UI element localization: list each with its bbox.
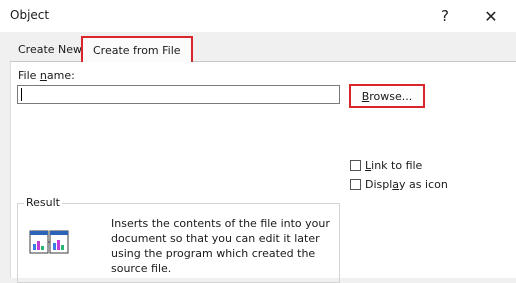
display-as-icon-option[interactable]: Display as icon [350, 178, 448, 191]
file-name-input[interactable] [17, 85, 340, 104]
tab-create-from-file[interactable]: Create from File [81, 36, 193, 62]
file-name-label: File name: [18, 69, 75, 82]
browse-button[interactable]: Browse... [349, 84, 425, 108]
dialog-title: Object [10, 8, 50, 22]
result-description-line: Inserts the contents of the file into yo… [111, 217, 330, 230]
link-to-file-option[interactable]: Link to file [350, 159, 422, 172]
result-label: Result [24, 196, 62, 209]
browse-button-label: Browse... [361, 89, 413, 103]
result-description-line: document so that you can edit it later [111, 232, 320, 245]
help-button[interactable]: ? [432, 4, 458, 28]
link-to-file-checkbox[interactable] [350, 160, 361, 171]
link-to-file-label: Link to file [365, 159, 423, 172]
embedded-document-icon [29, 230, 69, 254]
close-button[interactable]: ✕ [478, 4, 504, 28]
display-as-icon-label: Display as icon [365, 178, 448, 191]
result-description: Inserts the contents of the file into yo… [111, 216, 331, 276]
result-description-line: source file. [111, 262, 172, 275]
tab-create-new[interactable]: Create New [12, 40, 88, 61]
display-as-icon-checkbox[interactable] [350, 179, 361, 190]
text-caret [21, 88, 22, 101]
result-description-line: using the program which created the [111, 247, 316, 260]
